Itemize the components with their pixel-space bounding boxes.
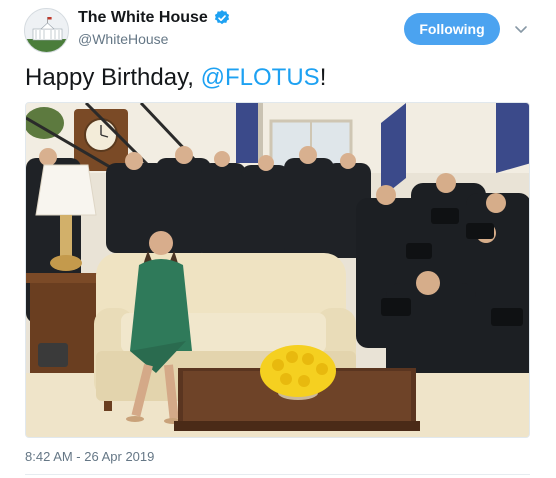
display-name[interactable]: The White House — [78, 9, 208, 27]
tweet-text: Happy Birthday, @FLOTUS! — [25, 62, 326, 94]
mention-link[interactable]: @FLOTUS — [201, 64, 320, 91]
tweet-text-end: ! — [319, 64, 327, 91]
following-button[interactable]: Following — [404, 13, 500, 45]
chevron-down-icon[interactable] — [512, 20, 530, 38]
verified-badge-icon — [213, 9, 231, 27]
tweet-timestamp[interactable]: 8:42 AM - 26 Apr 2019 — [25, 449, 154, 464]
oval-office-photo — [26, 103, 529, 437]
account-name-row: The White House — [78, 9, 231, 27]
white-house-logo-icon — [25, 9, 68, 52]
avatar[interactable] — [24, 8, 69, 53]
tweet-card: The White House @WhiteHouse Following Ha… — [0, 0, 556, 478]
tweet-text-greeting: Happy Birthday, — [25, 64, 201, 91]
account-handle[interactable]: @WhiteHouse — [78, 31, 168, 47]
divider — [25, 474, 530, 475]
tweet-photo[interactable] — [25, 102, 530, 438]
